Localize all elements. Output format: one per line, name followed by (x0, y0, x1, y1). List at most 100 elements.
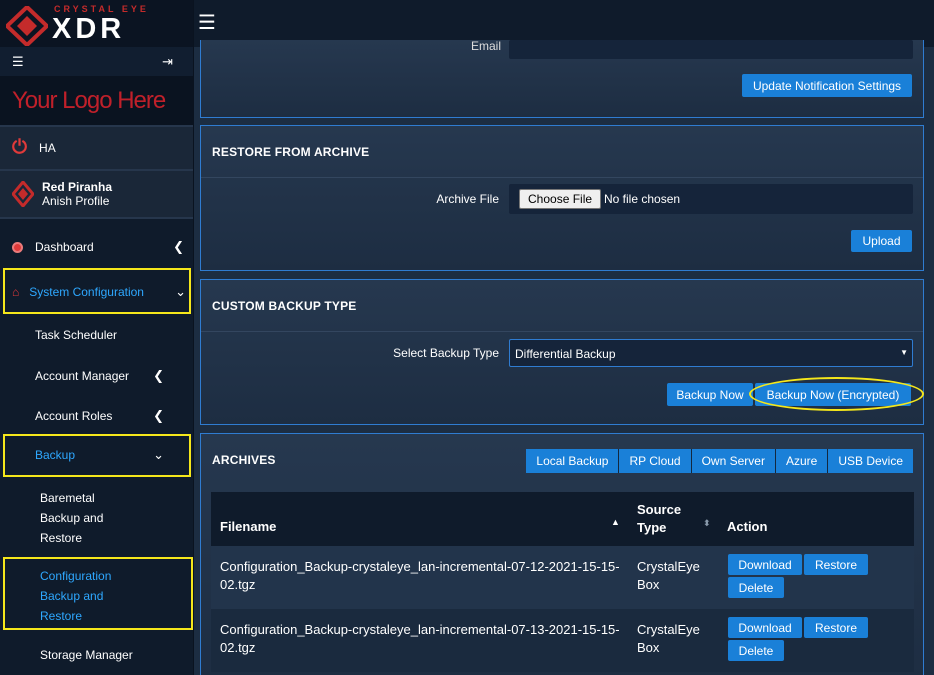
hamburger-menu-icon[interactable]: ☰ (198, 10, 216, 35)
delete-button[interactable]: Delete (728, 577, 784, 598)
sidebar-item-label: Task Scheduler (35, 328, 118, 342)
profile-subtitle: Anish Profile (42, 194, 110, 208)
source-text: CrystalEye (637, 559, 700, 574)
filename-text: 02.tgz (220, 640, 256, 655)
logout-icon[interactable]: ⇥ (162, 54, 173, 70)
chevron-left-icon: ❮ (173, 239, 184, 254)
crystal-eye-diamond-icon (6, 5, 48, 46)
notification-settings-panel: Email Update Notification Settings (200, 39, 924, 118)
sidebar-item-account-manager[interactable]: Account Manager ❮ (0, 367, 194, 385)
sidebar-item-label: Dashboard (35, 240, 94, 254)
brand-bar: CRYSTAL EYE XDR (0, 0, 193, 47)
backup-type-select[interactable]: Differential Backup ▼ (509, 339, 913, 367)
sidebar-item-label: Backup (35, 448, 76, 462)
column-label: Source (637, 502, 682, 517)
sidebar-item-baremetal-backup[interactable]: Baremetal Backup and Restore (0, 488, 194, 548)
column-source-type[interactable]: Source Type (637, 501, 681, 537)
custom-logo: Your Logo Here (0, 77, 193, 127)
column-action: Action (727, 519, 768, 534)
sidebar-tools: ☰ ⇥ (0, 47, 193, 77)
panel-title: CUSTOM BACKUP TYPE (201, 280, 923, 332)
brand-logo[interactable]: CRYSTAL EYE XDR (6, 2, 166, 46)
tab-azure[interactable]: Azure (775, 449, 829, 473)
filename-text: Configuration_Backup-crystaleye_lan-incr… (220, 622, 620, 637)
choose-file-button[interactable]: Choose File (519, 189, 602, 209)
sort-icon[interactable]: ⬍ (703, 518, 711, 529)
sort-asc-icon[interactable]: ▲ (611, 517, 620, 527)
source-text: Box (637, 640, 660, 655)
power-icon: ⏻ (12, 137, 28, 158)
profile-diamond-icon (12, 181, 34, 207)
email-field[interactable] (509, 40, 913, 59)
source-text: Box (637, 577, 660, 592)
sidebar-item-label: Storage Manager (40, 648, 133, 662)
table-row: Configuration_Backup-crystaleye_lan-incr… (211, 546, 914, 609)
sidebar-item-label: Configuration (40, 569, 112, 583)
delete-button[interactable]: Delete (728, 640, 784, 661)
sidebar-item-label: Account Roles (35, 409, 113, 423)
source-cell: CrystalEye Box (637, 621, 700, 657)
home-icon: ⌂ (12, 285, 20, 299)
ha-status[interactable]: ⏻ HA (0, 127, 193, 171)
sidebar-item-label: Restore (40, 531, 83, 545)
profile-name: Red Piranha (42, 180, 113, 194)
table-row: Configuration_Backup-crystaleye_lan-incr… (211, 609, 914, 672)
restore-button[interactable]: Restore (804, 617, 868, 638)
sidebar-item-label: Restore (40, 609, 83, 623)
filename-text: Configuration_Backup-crystaleye_lan-incr… (220, 559, 620, 574)
column-label: Type (637, 520, 667, 535)
restore-from-archive-panel: RESTORE FROM ARCHIVE Archive File Choose… (200, 125, 924, 271)
highlight-ellipse (749, 377, 924, 411)
tab-usb-device[interactable]: USB Device (828, 449, 913, 473)
source-text: CrystalEye (637, 622, 700, 637)
upload-button[interactable]: Upload (851, 230, 912, 252)
dashboard-icon (12, 241, 23, 253)
sidebar-item-dashboard[interactable]: Dashboard ❮ (0, 236, 194, 258)
sidebar-item-task-scheduler[interactable]: Task Scheduler (0, 328, 194, 342)
sidebar-item-label: Backup and (40, 511, 104, 525)
backup-now-button[interactable]: Backup Now (667, 383, 753, 406)
sidebar-item-storage-manager[interactable]: Storage Manager (0, 648, 194, 662)
email-label: Email (470, 39, 501, 53)
archives-panel: ARCHIVES Local Backup RP Cloud Own Serve… (200, 433, 924, 675)
restore-button[interactable]: Restore (804, 554, 868, 575)
chevron-down-icon: ⌄ (153, 447, 164, 462)
sidebar: CRYSTAL EYE XDR ☰ ⇥ Your Logo Here ⏻ HA … (0, 0, 194, 675)
sidebar-item-label: Account Manager (35, 369, 130, 383)
brand-tagline: CRYSTAL EYE (54, 3, 149, 14)
archives-table: Filename ▲ Source Type ⬍ Action Configur… (211, 492, 914, 672)
profile[interactable]: Red Piranha Anish Profile (0, 171, 193, 219)
sidebar-item-backup[interactable]: Backup ⌄ (0, 446, 194, 464)
sidebar-item-system-configuration[interactable]: ⌂ System Configuration ⌄ (0, 281, 194, 303)
panel-title: RESTORE FROM ARCHIVE (201, 126, 923, 178)
column-filename[interactable]: Filename (220, 519, 276, 534)
no-file-chosen-text: No file chosen (604, 192, 681, 206)
sidebar-item-label: Backup and (40, 589, 104, 603)
source-cell: CrystalEye Box (637, 558, 700, 594)
archive-file-label: Archive File (436, 192, 499, 206)
download-button[interactable]: Download (728, 554, 802, 575)
sidebar-menu-icon[interactable]: ☰ (12, 54, 24, 70)
update-notification-settings-button[interactable]: Update Notification Settings (742, 74, 912, 97)
brand-name: XDR (52, 12, 126, 45)
chevron-left-icon: ❮ (153, 408, 164, 423)
storage-tabs: Local Backup RP Cloud Own Server Azure U… (526, 449, 913, 473)
custom-backup-type-panel: CUSTOM BACKUP TYPE Select Backup Type Di… (200, 279, 924, 425)
select-value: Differential Backup (515, 347, 616, 361)
sidebar-item-account-roles[interactable]: Account Roles ❮ (0, 407, 194, 425)
archive-file-input[interactable]: Choose File No file chosen (509, 184, 913, 214)
chevron-left-icon: ❮ (153, 368, 164, 383)
tab-rp-cloud[interactable]: RP Cloud (619, 449, 692, 473)
download-button[interactable]: Download (728, 617, 802, 638)
table-header: Filename ▲ Source Type ⬍ Action (211, 492, 914, 546)
tab-local-backup[interactable]: Local Backup (526, 449, 620, 473)
ha-label: HA (39, 141, 56, 155)
chevron-down-icon: ⌄ (175, 284, 186, 299)
sidebar-item-label: Baremetal (40, 491, 95, 505)
caret-down-icon: ▼ (900, 348, 908, 357)
sidebar-item-configuration-backup[interactable]: Configuration Backup and Restore (0, 566, 194, 626)
select-backup-type-label: Select Backup Type (393, 346, 499, 360)
tab-own-server[interactable]: Own Server (691, 449, 776, 473)
filename-cell: Configuration_Backup-crystaleye_lan-incr… (220, 558, 630, 594)
sidebar-item-label: System Configuration (29, 285, 144, 299)
